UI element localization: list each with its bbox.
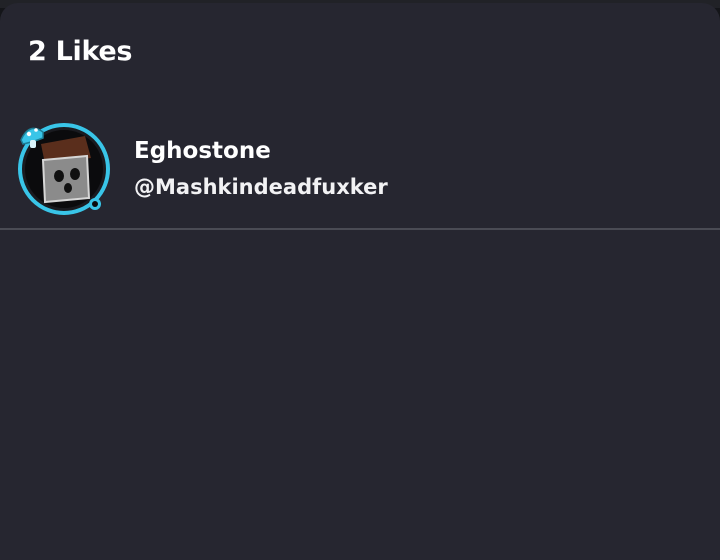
liker-username-handle[interactable]: @Mashkindeadfuxker — [134, 175, 388, 199]
ghost-face-avatar-icon — [18, 123, 110, 215]
liker-display-name[interactable]: Eghostone — [134, 138, 271, 164]
likes-count-title: 2 Likes — [28, 36, 133, 67]
list-divider — [0, 228, 720, 230]
liker-list-item[interactable]: Eghostone @Mashkindeadfuxker — [0, 113, 720, 225]
avatar[interactable] — [15, 118, 113, 216]
likes-bottom-sheet: 2 Likes Eghostone @Mashkindeadfuxker — [0, 3, 720, 560]
